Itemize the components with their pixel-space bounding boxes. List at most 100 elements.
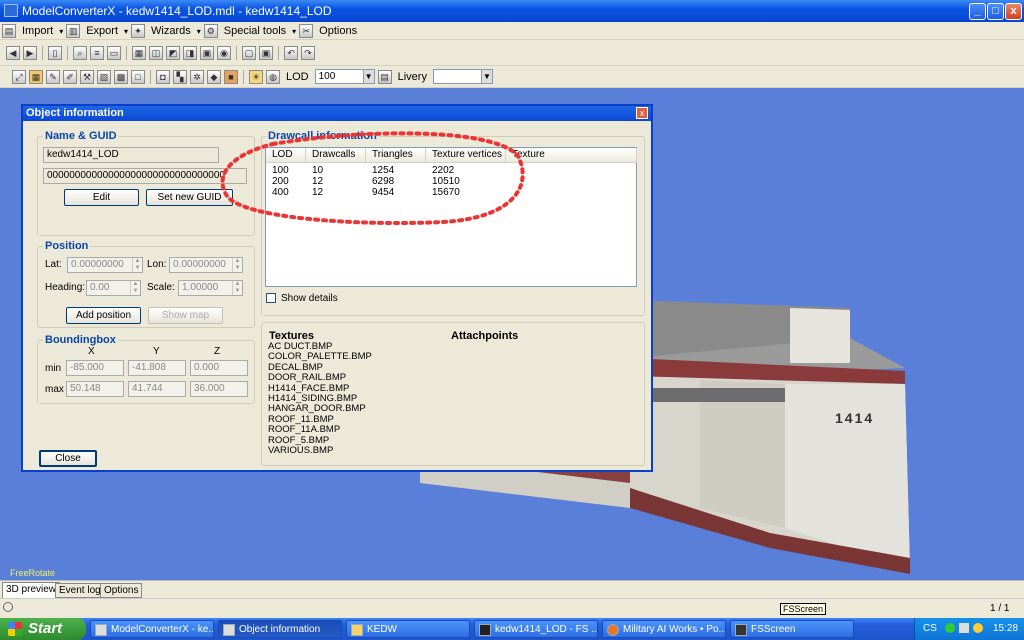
tools-icon: ⚙ bbox=[203, 24, 218, 38]
fsscreen-icon bbox=[735, 624, 747, 636]
wizards-menu[interactable]: Wizards bbox=[148, 25, 194, 37]
app-icon bbox=[4, 4, 18, 17]
scenery-icon[interactable]: ▣ bbox=[200, 46, 214, 60]
tools2-icon[interactable]: ⚒ bbox=[80, 69, 94, 84]
minimize-button[interactable]: _ bbox=[969, 3, 986, 20]
close-button[interactable]: Close bbox=[39, 450, 97, 467]
attach-icon[interactable]: ◉ bbox=[217, 46, 231, 60]
lon-label: Lon: bbox=[147, 259, 167, 270]
start-button[interactable]: Start bbox=[0, 618, 86, 640]
import-menu[interactable]: Import bbox=[19, 25, 56, 37]
export-menu[interactable]: Export bbox=[83, 25, 121, 37]
task-browser[interactable]: Military AI Works • Po... bbox=[602, 620, 726, 638]
forward-icon[interactable]: ▶ bbox=[23, 46, 37, 60]
object-information-dialog: Object information x Name & GUID kedw141… bbox=[21, 104, 653, 472]
gear2-icon[interactable]: ✲ bbox=[190, 69, 204, 84]
document-icon[interactable]: ▯ bbox=[48, 46, 62, 60]
livery-label: Livery bbox=[397, 70, 427, 83]
livery-select[interactable]: ▼ bbox=[432, 69, 493, 84]
lod-select[interactable]: 100 ▼ bbox=[314, 69, 375, 84]
special-tools-menu[interactable]: Special tools bbox=[221, 25, 289, 37]
show-details-checkbox[interactable] bbox=[266, 293, 276, 303]
task-fsscreen[interactable]: FSScreen bbox=[730, 620, 854, 638]
task-fs-model[interactable]: kedw1414_LOD - FS ... bbox=[474, 620, 598, 638]
zoom-icon[interactable]: ⌕ bbox=[73, 46, 87, 60]
task-modelconverterx[interactable]: ModelConverterX - ke... bbox=[90, 620, 214, 638]
list-item: VARIOUS.BMP bbox=[268, 445, 334, 457]
camera-icon[interactable]: ◘ bbox=[156, 69, 170, 84]
bbox-max-y[interactable]: 41.744 bbox=[128, 381, 186, 397]
start-label: Start bbox=[28, 620, 63, 637]
texture-icon[interactable]: ◨ bbox=[183, 46, 197, 60]
edit-button[interactable]: Edit bbox=[64, 189, 139, 206]
name-field[interactable]: kedw1414_LOD bbox=[43, 147, 219, 163]
add-position-button[interactable]: Add position bbox=[66, 307, 141, 324]
globe-icon[interactable]: ◍ bbox=[266, 69, 280, 84]
tray-alert-icon[interactable] bbox=[973, 623, 983, 633]
building-number: 1414 bbox=[835, 410, 875, 426]
window-icon[interactable]: ▣ bbox=[259, 46, 273, 60]
language-indicator[interactable]: CS bbox=[923, 623, 937, 634]
render-icon[interactable]: ■ bbox=[224, 69, 238, 84]
task-kedw-folder[interactable]: KEDW bbox=[346, 620, 470, 638]
heading-field[interactable]: 0.00 ▲ ▼ bbox=[86, 280, 141, 296]
box-icon[interactable]: ▧ bbox=[97, 69, 111, 84]
pencil-icon[interactable]: ✎ bbox=[46, 69, 60, 84]
windows-logo-icon bbox=[8, 622, 22, 636]
bbox-y-header: Y bbox=[153, 346, 160, 357]
window-title: ModelConverterX - kedw1414_LOD.mdl - ked… bbox=[22, 4, 332, 18]
redo-icon[interactable]: ↷ bbox=[301, 46, 315, 60]
lat-field[interactable]: 0.00000000 ▲ ▼ bbox=[67, 257, 143, 273]
attachpoints-label: Attachpoints bbox=[449, 330, 521, 342]
highlight-annotation bbox=[220, 131, 525, 225]
bbox-max-label: max bbox=[45, 384, 64, 395]
fs-icon bbox=[479, 624, 491, 636]
status-icon bbox=[3, 602, 13, 612]
undo-icon[interactable]: ↶ bbox=[284, 46, 298, 60]
bbox-min-y[interactable]: -41.808 bbox=[128, 360, 186, 376]
spinner-icon: ▲ ▼ bbox=[232, 258, 242, 272]
task-label: KEDW bbox=[367, 624, 397, 635]
fit-icon[interactable]: ⤢ bbox=[12, 69, 26, 84]
task-object-information[interactable]: Object information bbox=[218, 620, 342, 638]
bbox-min-x[interactable]: -85.000 bbox=[66, 360, 124, 376]
close-window-button[interactable]: x bbox=[1005, 3, 1022, 20]
grid-icon[interactable]: ▦ bbox=[132, 46, 146, 60]
sun-icon[interactable]: ☀ bbox=[249, 69, 263, 84]
show-map-button[interactable]: Show map bbox=[148, 307, 223, 324]
tray-icon[interactable] bbox=[945, 623, 955, 633]
maximize-button[interactable]: □ bbox=[987, 3, 1004, 20]
lon-field[interactable]: 0.00000000 ▲ ▼ bbox=[169, 257, 243, 273]
bbox-max-z[interactable]: 36.000 bbox=[190, 381, 248, 397]
tab-3d-preview[interactable]: 3D preview bbox=[2, 582, 61, 599]
file-icon[interactable]: ▭ bbox=[107, 46, 121, 60]
options-menu[interactable]: Options bbox=[316, 25, 360, 37]
tab-event-log[interactable]: Event log bbox=[55, 583, 105, 598]
paint-icon[interactable]: ✐ bbox=[63, 69, 77, 84]
lon-value: 0.00000000 bbox=[173, 259, 226, 270]
bbox-min-z[interactable]: 0.000 bbox=[190, 360, 248, 376]
material-icon[interactable]: ◩ bbox=[166, 46, 180, 60]
view-icon[interactable]: ▢ bbox=[242, 46, 256, 60]
square-icon[interactable]: □ bbox=[131, 69, 145, 84]
bottom-tabs: 3D preview Event log Options bbox=[0, 580, 1024, 599]
scale-field[interactable]: 1.00000 ▲ ▼ bbox=[178, 280, 243, 296]
lod-value: 100 bbox=[318, 71, 336, 82]
clock[interactable]: 15:28 bbox=[993, 623, 1018, 634]
options-icon: ✂ bbox=[299, 24, 314, 38]
layers-icon[interactable]: ◫ bbox=[149, 46, 163, 60]
dialog-close-icon[interactable]: x bbox=[636, 107, 648, 119]
page-indicator: 1 / 1 bbox=[990, 603, 1010, 614]
wireframe-grid-icon[interactable]: ▦ bbox=[29, 69, 43, 84]
network-icon[interactable] bbox=[959, 623, 969, 633]
object-icon[interactable]: ◆ bbox=[207, 69, 221, 84]
checker-icon[interactable]: ▚ bbox=[173, 69, 187, 84]
back-icon[interactable]: ◀ bbox=[6, 46, 20, 60]
spinner-icon: ▲ ▼ bbox=[132, 258, 142, 272]
heading-value: 0.00 bbox=[90, 282, 110, 293]
bbox-max-x[interactable]: 50.148 bbox=[66, 381, 124, 397]
cube-icon[interactable]: ▩ bbox=[114, 69, 128, 84]
tab-options[interactable]: Options bbox=[100, 583, 143, 598]
status-bar: FSScreen 1 / 1 bbox=[0, 598, 1024, 618]
list-icon[interactable]: ≡ bbox=[90, 46, 104, 60]
